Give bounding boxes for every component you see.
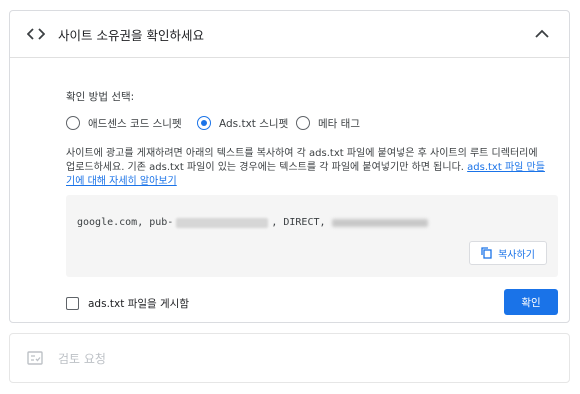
radio-meta-tag[interactable]: 메타 태그 bbox=[296, 115, 360, 131]
checkbox-label: ads.txt 파일을 게시함 bbox=[88, 298, 189, 310]
radio-button-selected[interactable] bbox=[197, 116, 211, 130]
review-title: 검토 요청 bbox=[58, 352, 106, 366]
radio-adsense-snippet[interactable]: 애드센스 코드 스니펫 bbox=[66, 115, 182, 131]
ads-txt-line: google.com, pub- , DIRECT, bbox=[77, 217, 428, 228]
copy-icon bbox=[481, 247, 492, 259]
code-icon bbox=[27, 28, 45, 40]
copy-label: 복사하기 bbox=[498, 249, 535, 261]
published-checkbox[interactable] bbox=[66, 297, 79, 310]
code-prefix: google.com, pub- bbox=[77, 217, 174, 228]
published-checkbox-row[interactable]: ads.txt 파일을 게시함 bbox=[66, 296, 189, 311]
method-label: 확인 방법 선택: bbox=[66, 91, 135, 103]
copy-button[interactable]: 복사하기 bbox=[469, 241, 547, 265]
instructions-text: 사이트에 광고를 게재하려면 아래의 텍스트를 복사하여 각 ads.txt 파… bbox=[66, 147, 546, 189]
radio-label: 애드센스 코드 스니펫 bbox=[88, 117, 182, 130]
card-header[interactable]: 사이트 소유권을 확인하세요 bbox=[10, 11, 569, 58]
radio-ads-txt-snippet[interactable]: Ads.txt 스니펫 bbox=[197, 115, 288, 131]
ads-txt-code-box: google.com, pub- , DIRECT, 복사하기 bbox=[66, 195, 558, 277]
radio-label: Ads.txt 스니펫 bbox=[219, 117, 289, 130]
chevron-up-icon[interactable] bbox=[535, 29, 549, 39]
site-ownership-card: 사이트 소유권을 확인하세요 확인 방법 선택: 애드센스 코드 스니펫 Ads… bbox=[9, 10, 570, 323]
code-middle: , DIRECT, bbox=[271, 217, 326, 228]
card-title: 사이트 소유권을 확인하세요 bbox=[58, 28, 204, 43]
review-request-card: 검토 요청 bbox=[9, 333, 570, 383]
radio-button[interactable] bbox=[296, 116, 310, 130]
radio-button[interactable] bbox=[66, 116, 80, 130]
redacted-cert-id bbox=[331, 218, 428, 227]
confirm-button[interactable]: 확인 bbox=[504, 289, 558, 315]
redacted-publisher-id bbox=[176, 217, 269, 228]
review-icon bbox=[27, 351, 43, 365]
radio-label: 메타 태그 bbox=[318, 117, 360, 130]
